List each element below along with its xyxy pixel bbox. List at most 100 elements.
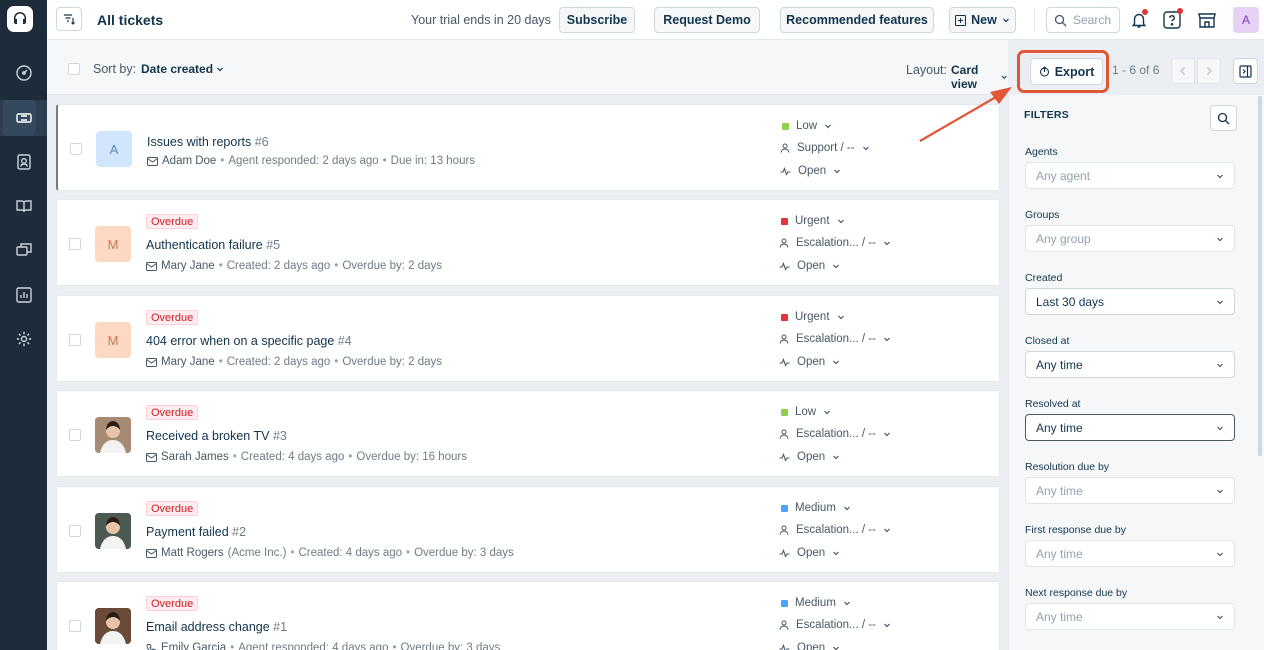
priority-dropdown[interactable]: Medium [781,597,851,609]
subscribe-button[interactable]: Subscribe [559,7,635,33]
forums-icon[interactable] [0,232,47,268]
ticket-properties: Urgent Escalation... / -- Open [779,200,979,287]
ticket-card[interactable]: Overdue Payment failed #2 Matt Rogers (Acme… [56,486,1000,573]
group-agent-dropdown[interactable]: Escalation... / -- [779,237,891,249]
priority-dropdown[interactable]: Urgent [781,311,845,323]
contacts-icon[interactable] [0,144,47,180]
export-button[interactable]: Export [1030,58,1103,85]
ticket-card[interactable]: A Issues with reports #6 Adam Doe • Agent re… [56,104,1000,191]
priority-value: Medium [795,502,836,514]
group-agent-dropdown[interactable]: Escalation... / -- [779,619,891,631]
requester-name[interactable]: Emily Garcia [161,642,226,650]
requester-name[interactable]: Mary Jane [161,260,215,272]
chevron-down-icon [1217,300,1223,305]
priority-dropdown[interactable]: Low [782,120,832,132]
marketplace-store-icon[interactable] [1195,8,1219,32]
status-dropdown[interactable]: Open [780,165,841,177]
toggle-views-icon[interactable] [56,7,82,31]
ticket-number: #3 [272,429,287,443]
layout-value: Card view [951,63,979,91]
email-icon [146,261,157,271]
notification-dot [1142,9,1148,15]
global-search-input[interactable]: Search [1046,7,1120,33]
group-agent-dropdown[interactable]: Support / -- [780,142,870,154]
help-icon[interactable] [1160,8,1184,32]
solutions-icon[interactable] [0,188,47,224]
ticket-meta-due: Overdue by: 2 days [342,356,443,368]
ticket-checkbox[interactable] [69,334,81,346]
ticket-card[interactable]: M Overdue 404 error when on a specific pag… [56,295,1000,382]
new-button[interactable]: New [949,7,1016,33]
tickets-icon[interactable] [0,100,47,136]
chevron-down-icon [217,67,223,72]
chevron-down-icon [825,124,832,129]
ticket-checkbox[interactable] [69,525,81,537]
closed-at-filter-select[interactable]: Any time [1025,351,1235,378]
toggle-filters-panel-button[interactable] [1233,58,1258,84]
agent-icon [779,620,789,630]
priority-dropdown[interactable]: Urgent [781,215,845,227]
status-dropdown[interactable]: Open [779,356,840,368]
priority-dropdown[interactable]: Low [781,406,831,418]
ticket-checkbox[interactable] [70,143,82,155]
new-button-label: New [971,13,997,27]
email-icon [146,548,157,558]
ticket-checkbox[interactable] [69,620,81,632]
ticket-subject-link[interactable]: Issues with reports #6 [147,135,269,149]
ticket-checkbox[interactable] [69,429,81,441]
request-demo-button[interactable]: Request Demo [654,7,760,33]
filters-search-button[interactable] [1210,105,1237,131]
group-agent-dropdown[interactable]: Escalation... / -- [779,428,891,440]
next-response-filter-select[interactable]: Any time [1025,603,1235,630]
chevron-down-icon [1217,237,1223,242]
ticket-subject-link[interactable]: Payment failed #2 [146,525,246,539]
filters-scrollbar[interactable] [1258,96,1262,456]
user-avatar[interactable]: A [1233,7,1259,33]
groups-filter-select[interactable]: Any group [1025,225,1235,252]
status-dropdown[interactable]: Open [779,642,840,650]
requester-name[interactable]: Sarah James [161,451,229,463]
analytics-icon[interactable] [0,277,47,313]
ticket-subject-link[interactable]: Authentication failure #5 [146,238,280,252]
agents-filter-select[interactable]: Any agent [1025,162,1235,189]
ticket-subject: Issues with reports [147,135,252,149]
chevron-down-icon [1217,615,1223,620]
layout-dropdown[interactable]: Card view [951,63,1008,91]
select-all-checkbox[interactable] [68,63,80,75]
ticket-card[interactable]: M Overdue Authentication failure #5 Mary Ja… [56,199,1000,286]
sort-dropdown[interactable]: Date created [141,62,224,76]
notifications-bell-icon[interactable] [1127,8,1151,32]
status-dropdown[interactable]: Open [779,547,840,559]
previous-page-button[interactable] [1171,58,1195,84]
top-header: All tickets Your trial ends in 20 days S… [47,0,1264,40]
chevron-right-icon [1207,67,1212,75]
first-response-filter-select[interactable]: Any time [1025,540,1235,567]
ticket-checkbox[interactable] [69,238,81,250]
priority-dropdown[interactable]: Medium [781,502,851,514]
ticket-card[interactable]: Overdue Email address change #1 Emily Garc… [56,581,1000,650]
group-agent-dropdown[interactable]: Escalation... / -- [779,333,891,345]
export-icon [1039,66,1049,77]
status-dropdown[interactable]: Open [779,451,840,463]
contact-photo-icon [95,417,131,453]
freshdesk-logo-icon[interactable] [7,6,33,32]
admin-settings-icon[interactable] [0,321,47,357]
ticket-subject-link[interactable]: Email address change #1 [146,620,287,634]
created-filter-select[interactable]: Last 30 days [1025,288,1235,315]
requester-name[interactable]: Adam Doe [162,155,216,167]
group-agent-dropdown[interactable]: Escalation... / -- [779,524,891,536]
status-dropdown[interactable]: Open [779,260,840,272]
ticket-meta: Mary Jane • Created: 2 days ago • Overdue by… [146,356,442,368]
ticket-subject-link[interactable]: Received a broken TV #3 [146,429,287,443]
resolution-due-filter-select[interactable]: Any time [1025,477,1235,504]
meta-separator: • [232,451,237,463]
ticket-subject-link[interactable]: 404 error when on a specific page #4 [146,334,352,348]
dashboard-icon[interactable] [0,55,47,91]
search-icon [1054,14,1067,26]
resolved-at-filter-select[interactable]: Any time [1025,414,1235,441]
ticket-card[interactable]: Overdue Received a broken TV #3 Sarah Jame… [56,390,1000,477]
next-page-button[interactable] [1197,58,1221,84]
recommended-features-button[interactable]: Recommended features [780,7,934,33]
requester-name[interactable]: Mary Jane [161,356,215,368]
requester-name[interactable]: Matt Rogers [161,547,224,559]
